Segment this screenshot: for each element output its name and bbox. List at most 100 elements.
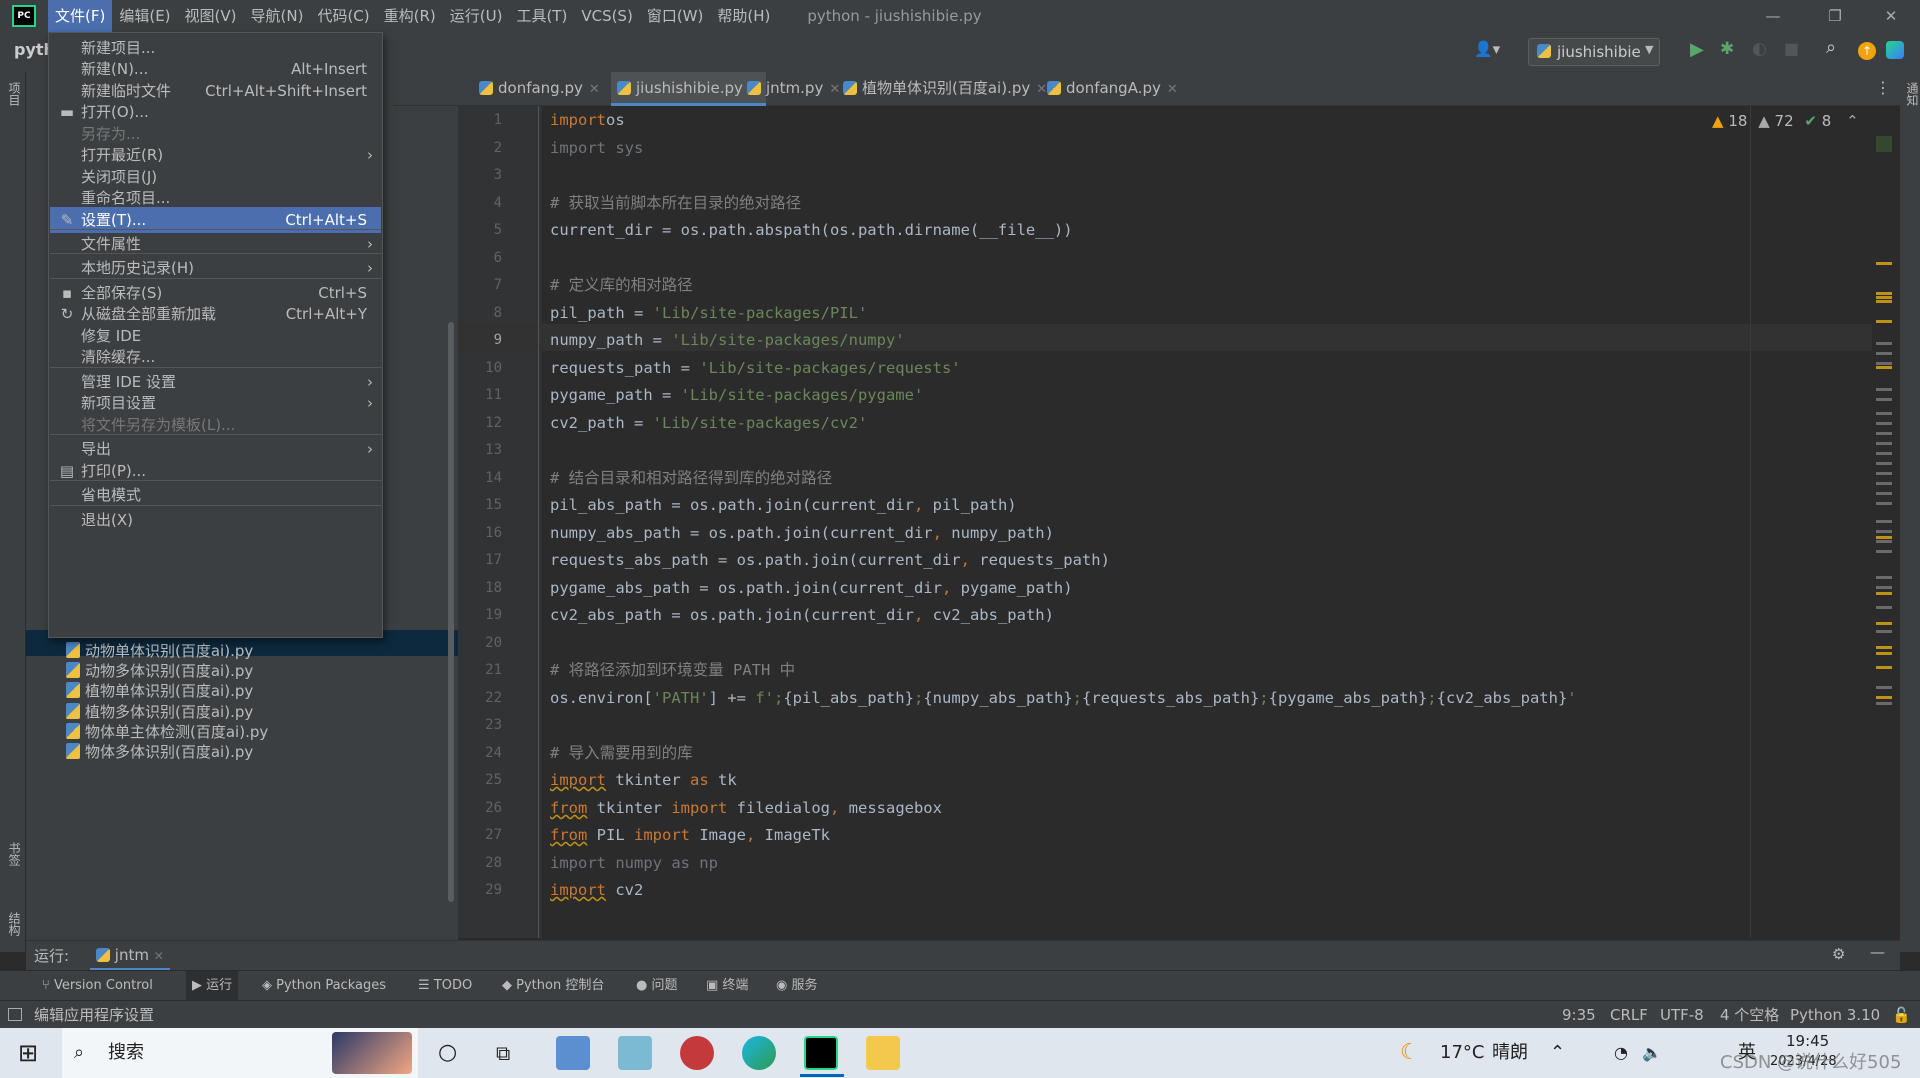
notifications-tool-tab[interactable]: 通知 bbox=[1904, 82, 1920, 106]
debug-icon[interactable]: ✱ bbox=[1720, 39, 1734, 59]
weak-marker[interactable] bbox=[1876, 520, 1892, 523]
caret-position[interactable]: 9:35 bbox=[1562, 1001, 1596, 1029]
app-icon-3[interactable] bbox=[680, 1036, 714, 1070]
warning-marker[interactable] bbox=[1876, 666, 1892, 669]
warning-marker[interactable] bbox=[1876, 536, 1892, 539]
scroll-thumb[interactable] bbox=[1876, 136, 1892, 152]
weak-marker[interactable] bbox=[1876, 550, 1892, 553]
project-scrollbar[interactable] bbox=[448, 322, 454, 902]
warning-marker[interactable] bbox=[1876, 592, 1892, 595]
tool-window-button[interactable]: ● 问题 bbox=[636, 971, 678, 1001]
menu-1[interactable]: 编辑(E) bbox=[112, 0, 177, 32]
inspection-widget[interactable]: ▲ 18 ▲ 72 ✔ 8 ⌃ ⌄ bbox=[1712, 112, 1884, 130]
tray-expand-icon[interactable]: ⌃ bbox=[1550, 1028, 1565, 1078]
run-icon[interactable]: ▶ bbox=[1690, 39, 1704, 60]
weak-marker[interactable] bbox=[1876, 398, 1892, 401]
close-icon[interactable]: ✕ bbox=[154, 949, 164, 963]
tool-window-button[interactable]: ◆ Python 控制台 bbox=[502, 971, 604, 1001]
weak-marker[interactable] bbox=[1876, 362, 1892, 365]
weak-marker[interactable] bbox=[1876, 502, 1892, 505]
weak-marker[interactable] bbox=[1876, 352, 1892, 355]
warning-marker[interactable] bbox=[1876, 296, 1892, 299]
weak-marker[interactable] bbox=[1876, 630, 1892, 633]
weather-text[interactable]: 晴朗 bbox=[1492, 1028, 1528, 1078]
stop-icon[interactable]: ■ bbox=[1784, 39, 1799, 58]
speaker-icon[interactable]: 🔈 bbox=[1642, 1028, 1662, 1078]
menu-9[interactable]: 窗口(W) bbox=[640, 0, 711, 32]
python-interpreter[interactable]: Python 3.10 bbox=[1790, 1001, 1880, 1029]
close-icon[interactable]: ✕ bbox=[589, 82, 600, 97]
coverage-icon[interactable]: ◐ bbox=[1752, 39, 1767, 59]
bookmarks-tool-tab[interactable]: 书签 bbox=[6, 842, 23, 866]
lock-icon[interactable]: 🔓 bbox=[1892, 1001, 1911, 1029]
warning-marker[interactable] bbox=[1876, 366, 1892, 369]
hide-panel-icon[interactable]: — bbox=[1870, 943, 1885, 961]
tool-window-button[interactable]: ⑂ Version Control bbox=[42, 971, 153, 1001]
menu-4[interactable]: 代码(C) bbox=[310, 0, 376, 32]
run-tab[interactable]: jntm ✕ bbox=[90, 941, 170, 971]
weak-marker[interactable] bbox=[1876, 462, 1892, 465]
windows-start-icon[interactable]: ⊞ bbox=[18, 1028, 38, 1078]
layout-icon[interactable] bbox=[8, 1008, 22, 1021]
close-icon[interactable]: ✕ bbox=[1167, 82, 1178, 97]
code-editor[interactable]: ▲ 18 ▲ 72 ✔ 8 ⌃ ⌄ importosimport sys# 获取… bbox=[542, 106, 1884, 938]
weak-marker[interactable] bbox=[1876, 540, 1892, 543]
weak-marker[interactable] bbox=[1876, 530, 1892, 533]
run-config-select[interactable]: jiushishibie ▼ bbox=[1528, 38, 1660, 66]
warning-marker[interactable] bbox=[1876, 320, 1892, 323]
warning-marker[interactable] bbox=[1876, 652, 1892, 655]
user-icon[interactable]: 👤▾ bbox=[1474, 40, 1500, 58]
weak-marker[interactable] bbox=[1876, 442, 1892, 445]
weak-marker[interactable] bbox=[1876, 686, 1892, 689]
file-encoding[interactable]: UTF-8 bbox=[1660, 1001, 1704, 1029]
editor-tab[interactable]: donfang.py ✕ bbox=[473, 72, 606, 106]
warning-marker[interactable] bbox=[1876, 622, 1892, 625]
weak-marker[interactable] bbox=[1876, 388, 1892, 391]
structure-tool-tab[interactable]: 结构 bbox=[6, 912, 23, 936]
menu-5[interactable]: 重构(R) bbox=[377, 0, 443, 32]
warning-marker[interactable] bbox=[1876, 300, 1892, 303]
tool-window-button[interactable]: ◈ Python Packages bbox=[262, 971, 386, 1001]
menu-3[interactable]: 导航(N) bbox=[244, 0, 311, 32]
warning-marker[interactable] bbox=[1876, 646, 1892, 649]
menu-10[interactable]: 帮助(H) bbox=[710, 0, 777, 32]
chevron-up-icon[interactable]: ⌃ bbox=[1846, 112, 1859, 130]
search-icon[interactable]: ⌕ bbox=[1826, 37, 1836, 58]
minimize-button[interactable]: — bbox=[1744, 0, 1802, 32]
weak-marker[interactable] bbox=[1876, 422, 1892, 425]
taskbar-search[interactable]: ⌕ 搜索 bbox=[62, 1028, 418, 1078]
weak-marker[interactable] bbox=[1876, 606, 1892, 609]
app-icon-1[interactable] bbox=[556, 1036, 590, 1070]
indent-setting[interactable]: 4 个空格 bbox=[1720, 1001, 1779, 1029]
menu-8[interactable]: VCS(S) bbox=[574, 0, 639, 32]
edge-icon[interactable] bbox=[742, 1036, 776, 1070]
weak-marker[interactable] bbox=[1876, 576, 1892, 579]
weak-marker[interactable] bbox=[1876, 482, 1892, 485]
warning-marker[interactable] bbox=[1876, 262, 1892, 265]
editor-tab[interactable]: 植物单体识别(百度ai).py ✕ bbox=[837, 72, 1053, 106]
pycharm-taskbar-icon[interactable] bbox=[804, 1036, 838, 1070]
menu-0[interactable]: 文件(F) bbox=[48, 0, 113, 32]
weather-temp[interactable]: 17°C bbox=[1440, 1028, 1484, 1078]
jetbrains-icon[interactable] bbox=[1886, 41, 1904, 59]
tool-window-button[interactable]: ◉ 服务 bbox=[776, 971, 818, 1001]
project-tool-tab[interactable]: 项目 bbox=[6, 82, 23, 106]
warning-marker[interactable] bbox=[1876, 292, 1892, 295]
editor-tab[interactable]: jntm.py ✕ bbox=[741, 72, 846, 106]
menu-7[interactable]: 工具(T) bbox=[509, 0, 574, 32]
line-separator[interactable]: CRLF bbox=[1610, 1001, 1648, 1029]
editor-tab[interactable]: donfangA.py ✕ bbox=[1041, 72, 1184, 106]
restore-button[interactable]: ❐ bbox=[1806, 0, 1864, 32]
more-tabs-icon[interactable]: ⋮ bbox=[1875, 78, 1891, 97]
weak-marker[interactable] bbox=[1876, 492, 1892, 495]
tool-window-button[interactable]: ☰ TODO bbox=[418, 971, 472, 1001]
tree-file-item[interactable]: 物体多体识别(百度ai).py bbox=[66, 740, 253, 765]
app-icon-2[interactable] bbox=[618, 1036, 652, 1070]
widgets-icon[interactable]: ⧉ bbox=[496, 1028, 510, 1078]
weak-marker[interactable] bbox=[1876, 412, 1892, 415]
warning-marker[interactable] bbox=[1876, 696, 1892, 699]
weak-marker[interactable] bbox=[1876, 472, 1892, 475]
file-menu-item[interactable]: 退出(X) bbox=[50, 507, 381, 533]
weak-marker[interactable] bbox=[1876, 586, 1892, 589]
error-stripe[interactable] bbox=[1872, 106, 1900, 938]
